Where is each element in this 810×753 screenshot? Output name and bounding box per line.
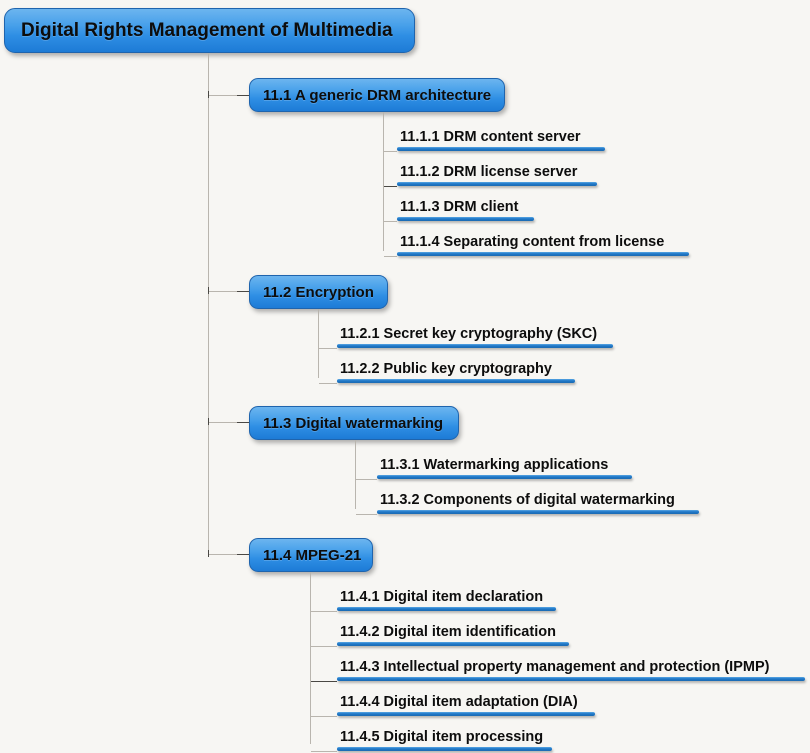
leaf-connector-1-3 — [384, 221, 397, 222]
branch-connector-2 — [209, 291, 237, 292]
leaf-node-1-2-underline — [397, 182, 597, 186]
leaf-connector-4-2 — [311, 646, 337, 647]
leaf-node-1-2[interactable]: 11.1.2 DRM license server — [397, 164, 597, 186]
branch-node-2-label: 11.2 Encryption — [263, 283, 374, 301]
leaf-node-1-4-underline — [397, 252, 689, 256]
leaf-node-2-2-label: 11.2.2 Public key cryptography — [340, 361, 552, 377]
branch-connector-3 — [209, 422, 237, 423]
leaf-node-1-1[interactable]: 11.1.1 DRM content server — [397, 129, 605, 151]
leaf-connector-2-1 — [319, 348, 337, 349]
leaf-node-1-3-underline — [397, 217, 534, 221]
leaf-node-1-2-label: 11.1.2 DRM license server — [400, 164, 578, 180]
leaf-node-1-1-underline — [397, 147, 605, 151]
root-node-label: Digital Rights Management of Multimedia — [21, 19, 393, 41]
leaf-connector-4-5 — [311, 751, 337, 752]
branch-node-4[interactable]: 11.4 MPEG-21 — [249, 538, 373, 572]
branch-node-4-label: 11.4 MPEG-21 — [263, 546, 362, 564]
branch-node-3[interactable]: 11.3 Digital watermarking — [249, 406, 459, 440]
branch-node-1-label: 11.1 A generic DRM architecture — [263, 86, 492, 104]
branch-connector-4 — [209, 554, 237, 555]
leaf-connector-1-1 — [384, 151, 397, 152]
leaf-connector-2-2 — [319, 383, 337, 384]
subtrunk-line-4 — [310, 572, 311, 744]
leaf-node-2-1-underline — [337, 344, 613, 348]
subtrunk-line-1 — [383, 112, 384, 251]
leaf-node-1-1-label: 11.1.1 DRM content server — [400, 129, 581, 145]
leaf-connector-3-2 — [356, 514, 377, 515]
leaf-node-2-1[interactable]: 11.2.1 Secret key cryptography (SKC) — [337, 326, 613, 348]
leaf-node-3-2[interactable]: 11.3.2 Components of digital watermarkin… — [377, 492, 699, 514]
mind-map-canvas: Digital Rights Management of Multimedia … — [0, 0, 810, 753]
leaf-node-3-1[interactable]: 11.3.1 Watermarking applications — [377, 457, 632, 479]
root-trunk-line — [208, 53, 209, 554]
leaf-node-4-5-label: 11.4.5 Digital item processing — [340, 729, 544, 745]
leaf-node-4-5[interactable]: 11.4.5 Digital item processing — [337, 729, 552, 751]
subtrunk-line-3 — [355, 440, 356, 509]
leaf-node-3-2-underline — [377, 510, 699, 514]
leaf-node-1-3[interactable]: 11.1.3 DRM client — [397, 199, 534, 221]
leaf-node-4-1-label: 11.4.1 Digital item declaration — [340, 589, 544, 605]
leaf-node-3-1-underline — [377, 475, 632, 479]
leaf-node-2-2[interactable]: 11.2.2 Public key cryptography — [337, 361, 575, 383]
leaf-node-4-1-underline — [337, 607, 556, 611]
leaf-connector-4-1 — [311, 611, 337, 612]
leaf-connector-3-1 — [356, 479, 377, 480]
leaf-node-1-4-label: 11.1.4 Separating content from license — [400, 234, 665, 250]
leaf-node-4-2[interactable]: 11.4.2 Digital item identification — [337, 624, 569, 646]
leaf-node-4-4-underline — [337, 712, 595, 716]
leaf-node-4-1[interactable]: 11.4.1 Digital item declaration — [337, 589, 556, 611]
leaf-connector-4-3 — [311, 681, 337, 682]
branch-connector-1 — [209, 95, 237, 96]
leaf-node-4-3-underline — [337, 677, 805, 681]
subtrunk-line-2 — [318, 309, 319, 378]
leaf-connector-1-4 — [384, 256, 397, 257]
leaf-node-1-3-label: 11.1.3 DRM client — [400, 199, 519, 215]
leaf-node-3-1-label: 11.3.1 Watermarking applications — [380, 457, 609, 473]
root-node[interactable]: Digital Rights Management of Multimedia — [4, 8, 415, 53]
leaf-node-2-1-label: 11.2.1 Secret key cryptography (SKC) — [340, 326, 598, 342]
leaf-connector-1-2 — [384, 186, 397, 187]
branch-node-1[interactable]: 11.1 A generic DRM architecture — [249, 78, 505, 112]
leaf-node-4-2-underline — [337, 642, 569, 646]
branch-node-2[interactable]: 11.2 Encryption — [249, 275, 388, 309]
leaf-node-1-4[interactable]: 11.1.4 Separating content from license — [397, 234, 689, 256]
leaf-node-4-4[interactable]: 11.4.4 Digital item adaptation (DIA) — [337, 694, 595, 716]
leaf-node-4-4-label: 11.4.4 Digital item adaptation (DIA) — [340, 694, 578, 710]
leaf-node-4-2-label: 11.4.2 Digital item identification — [340, 624, 556, 640]
leaf-node-4-5-underline — [337, 747, 552, 751]
leaf-node-3-2-label: 11.3.2 Components of digital watermarkin… — [380, 492, 675, 508]
branch-node-3-label: 11.3 Digital watermarking — [263, 414, 444, 432]
leaf-node-4-3[interactable]: 11.4.3 Intellectual property management … — [337, 659, 805, 681]
leaf-connector-4-4 — [311, 716, 337, 717]
leaf-node-4-3-label: 11.4.3 Intellectual property management … — [340, 659, 770, 675]
leaf-node-2-2-underline — [337, 379, 575, 383]
